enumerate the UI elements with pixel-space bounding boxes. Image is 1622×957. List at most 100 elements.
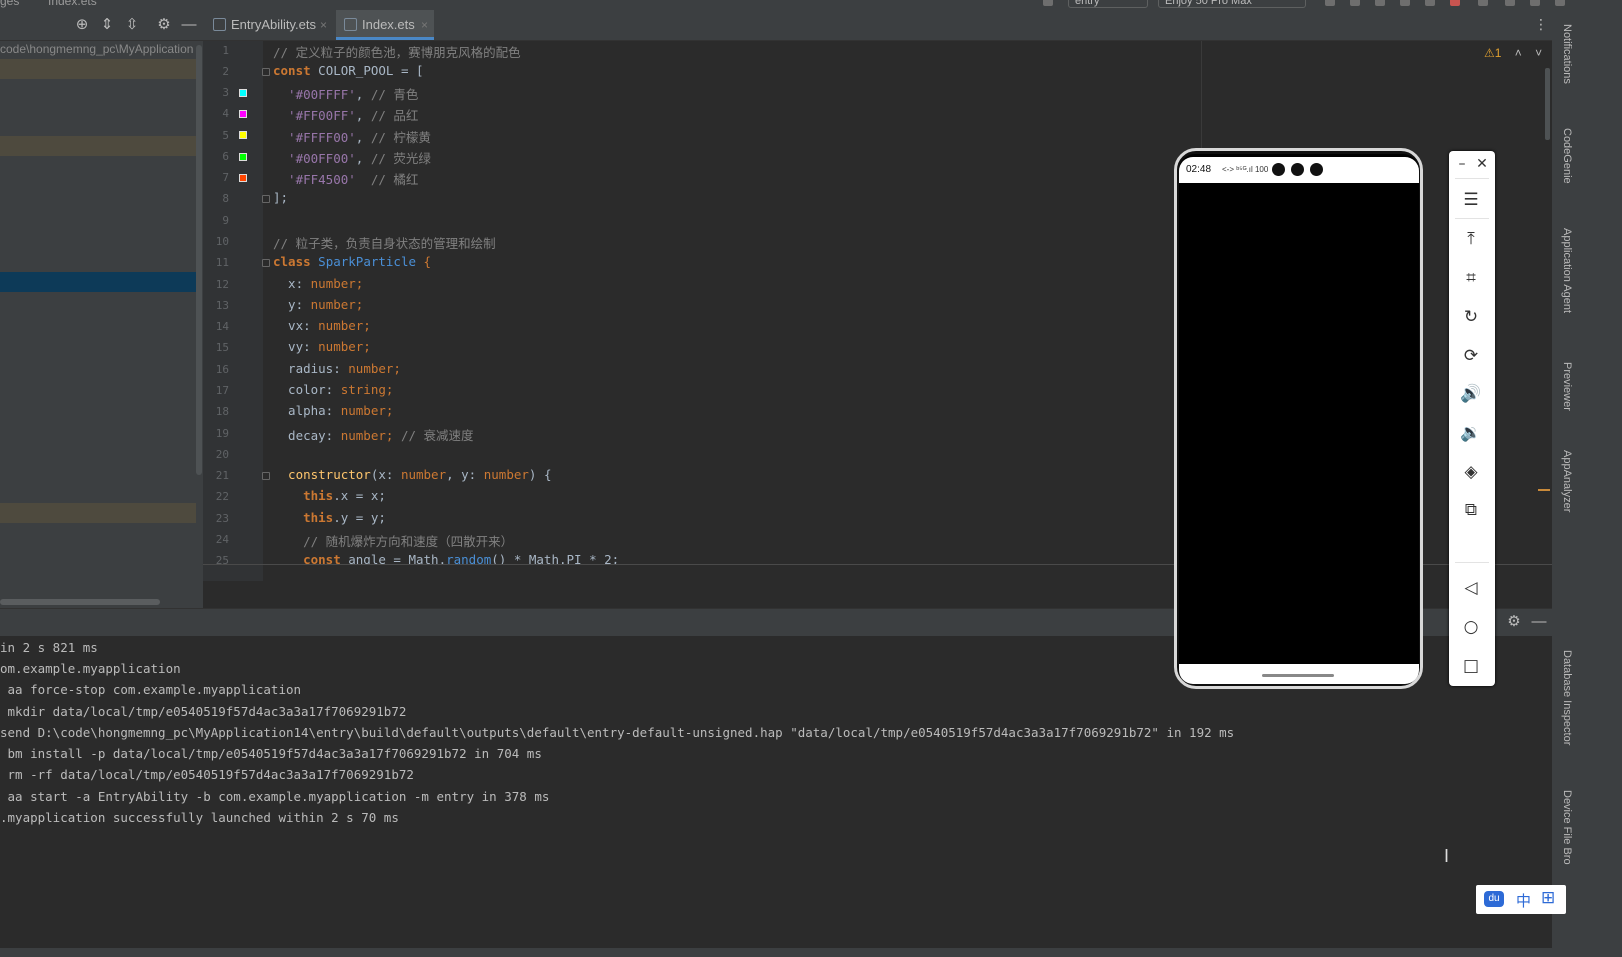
- breadcrumb-item[interactable]: ges: [0, 0, 19, 8]
- screenshot-icon[interactable]: ⧉: [1459, 498, 1483, 522]
- profile-icon[interactable]: [1375, 0, 1385, 6]
- tab-index[interactable]: Index.ets ×: [336, 10, 434, 40]
- code-line[interactable]: this.x = x;: [273, 488, 386, 503]
- editor-scrollbar[interactable]: [1545, 68, 1550, 140]
- color-swatch[interactable]: [239, 110, 247, 118]
- rotate-right-icon[interactable]: ⟳: [1459, 344, 1483, 368]
- warning-marker[interactable]: [1538, 489, 1550, 491]
- project-vertical-scrollbar[interactable]: [196, 45, 202, 475]
- project-horizontal-scrollbar[interactable]: [0, 599, 160, 605]
- minimize-icon[interactable]: —: [180, 16, 198, 34]
- project-tree-row-selected[interactable]: [0, 272, 196, 292]
- code-line[interactable]: this.y = y;: [273, 510, 386, 525]
- code-line[interactable]: // 粒子类，负责自身状态的管理和绘制: [273, 233, 496, 252]
- collapse-all-icon[interactable]: ⇳: [123, 16, 141, 34]
- code-line[interactable]: '#00FF00', // 荧光绿: [273, 148, 431, 167]
- code-line[interactable]: '#FF4500' // 橘红: [273, 169, 418, 188]
- code-line[interactable]: '#FF00FF', // 品红: [273, 105, 418, 124]
- close-icon[interactable]: ✕: [1470, 152, 1494, 176]
- color-swatch[interactable]: [239, 131, 247, 139]
- chevron-up-icon[interactable]: ˄: [1515, 46, 1522, 60]
- gear-icon[interactable]: ⚙: [1505, 613, 1523, 631]
- run-icon[interactable]: [1325, 0, 1335, 6]
- code-line[interactable]: const COLOR_POOL = [: [273, 63, 424, 78]
- expand-all-icon[interactable]: ⇕: [98, 16, 116, 34]
- input-method-bar[interactable]: du 中 ⊞: [1476, 885, 1566, 914]
- warning-count[interactable]: ⚠1: [1484, 46, 1501, 60]
- color-swatch[interactable]: [239, 153, 247, 161]
- tool-codegenie[interactable]: CodeGenie: [1553, 128, 1573, 184]
- code-line[interactable]: y: number;: [273, 297, 363, 312]
- code-line[interactable]: ];: [273, 190, 288, 205]
- ime-logo-icon[interactable]: du: [1484, 891, 1504, 907]
- run-config-select[interactable]: entry: [1068, 0, 1148, 8]
- device-select[interactable]: Enjoy 50 Pro Max: [1158, 0, 1306, 8]
- attach-icon[interactable]: [1400, 0, 1410, 6]
- tab-entryability[interactable]: EntryAbility.ets ×: [205, 10, 333, 40]
- project-tree-row[interactable]: [0, 136, 196, 156]
- project-tree-row[interactable]: [0, 503, 196, 523]
- color-swatch[interactable]: [239, 174, 247, 182]
- ime-language-toggle[interactable]: 中: [1516, 890, 1531, 911]
- search-icon[interactable]: [1505, 0, 1515, 6]
- minimize-icon[interactable]: —: [1530, 613, 1548, 631]
- code-line[interactable]: color: string;: [273, 382, 393, 397]
- code-line[interactable]: radius: number;: [273, 361, 401, 376]
- project-tree-row[interactable]: [0, 59, 196, 79]
- code-line[interactable]: alpha: number;: [273, 403, 393, 418]
- tool-application-agent[interactable]: Application Agent: [1553, 228, 1573, 313]
- code-line[interactable]: constructor(x: number, y: number) {: [273, 467, 551, 482]
- rotate-icon[interactable]: ↻: [1459, 305, 1483, 329]
- hammer-icon[interactable]: [1043, 0, 1053, 6]
- volume-down-icon[interactable]: 🔉: [1459, 421, 1483, 445]
- code-line[interactable]: // 定义粒子的颜色池，赛博朋克风格的配色: [273, 42, 521, 61]
- home-icon[interactable]: ○: [1459, 615, 1483, 639]
- back-icon[interactable]: ◁: [1459, 576, 1483, 600]
- settings-icon[interactable]: [1530, 0, 1540, 6]
- shake-icon[interactable]: ◈: [1459, 460, 1483, 484]
- close-icon[interactable]: ×: [320, 10, 327, 40]
- locate-icon[interactable]: ⊕: [73, 16, 91, 34]
- keyword: this: [273, 510, 334, 525]
- code-line[interactable]: vy: number;: [273, 339, 371, 354]
- code-line[interactable]: '#FFFF00', // 柠檬黄: [273, 127, 431, 146]
- emulator-screen[interactable]: [1179, 154, 1419, 682]
- color-swatch[interactable]: [239, 89, 247, 97]
- code-line[interactable]: class SparkParticle {: [273, 254, 431, 269]
- project-root-path[interactable]: code\hongmemng_pc\MyApplication: [0, 42, 200, 56]
- account-icon[interactable]: [1555, 0, 1565, 6]
- more-tabs-icon[interactable]: ⋮: [1534, 16, 1548, 33]
- fold-icon[interactable]: [262, 259, 270, 267]
- fold-icon[interactable]: [262, 472, 270, 480]
- menu-icon[interactable]: ☰: [1459, 188, 1483, 212]
- code-line[interactable]: const angle = Math.random() * Math.PI * …: [273, 552, 619, 564]
- home-indicator[interactable]: [1262, 674, 1334, 677]
- crop-icon[interactable]: ⌗: [1459, 266, 1483, 290]
- code-line[interactable]: decay: number; // 衰减速度: [273, 425, 473, 444]
- tool-appanalyzer[interactable]: AppAnalyzer: [1553, 450, 1573, 512]
- code-line[interactable]: '#00FFFF', // 青色: [273, 84, 418, 103]
- code-line[interactable]: x: number;: [273, 276, 363, 291]
- debug-icon[interactable]: [1350, 0, 1360, 6]
- chevron-down-icon[interactable]: ˅: [1535, 46, 1542, 60]
- pin-top-icon[interactable]: ⤒: [1459, 227, 1483, 251]
- gear-icon[interactable]: ⚙: [155, 16, 173, 34]
- tool-notifications[interactable]: Notifications: [1553, 24, 1573, 84]
- breadcrumb-item[interactable]: Index.ets: [48, 0, 97, 8]
- inspection-widget[interactable]: ⚠1 ˄ ˅: [1484, 46, 1542, 60]
- fold-icon[interactable]: [262, 68, 270, 76]
- code-line[interactable]: // 随机爆炸方向和速度（四散开来）: [273, 531, 513, 550]
- close-icon[interactable]: ×: [421, 10, 428, 40]
- git-icon[interactable]: [1478, 0, 1488, 6]
- recents-icon[interactable]: □: [1459, 654, 1483, 678]
- code-line[interactable]: vx: number;: [273, 318, 371, 333]
- ime-grid-icon[interactable]: ⊞: [1541, 888, 1555, 908]
- tool-device-file-browser[interactable]: Device File Bro: [1553, 790, 1573, 890]
- fold-icon[interactable]: [262, 195, 270, 203]
- tool-previewer[interactable]: Previewer: [1553, 362, 1573, 411]
- tool-database-inspector[interactable]: Database Inspector: [1553, 650, 1573, 745]
- log-line: send D:\code\hongmemng_pc\MyApplication1…: [0, 725, 1235, 740]
- reload-icon[interactable]: [1425, 0, 1435, 6]
- volume-up-icon[interactable]: 🔊: [1459, 382, 1483, 406]
- stop-icon[interactable]: [1450, 0, 1460, 6]
